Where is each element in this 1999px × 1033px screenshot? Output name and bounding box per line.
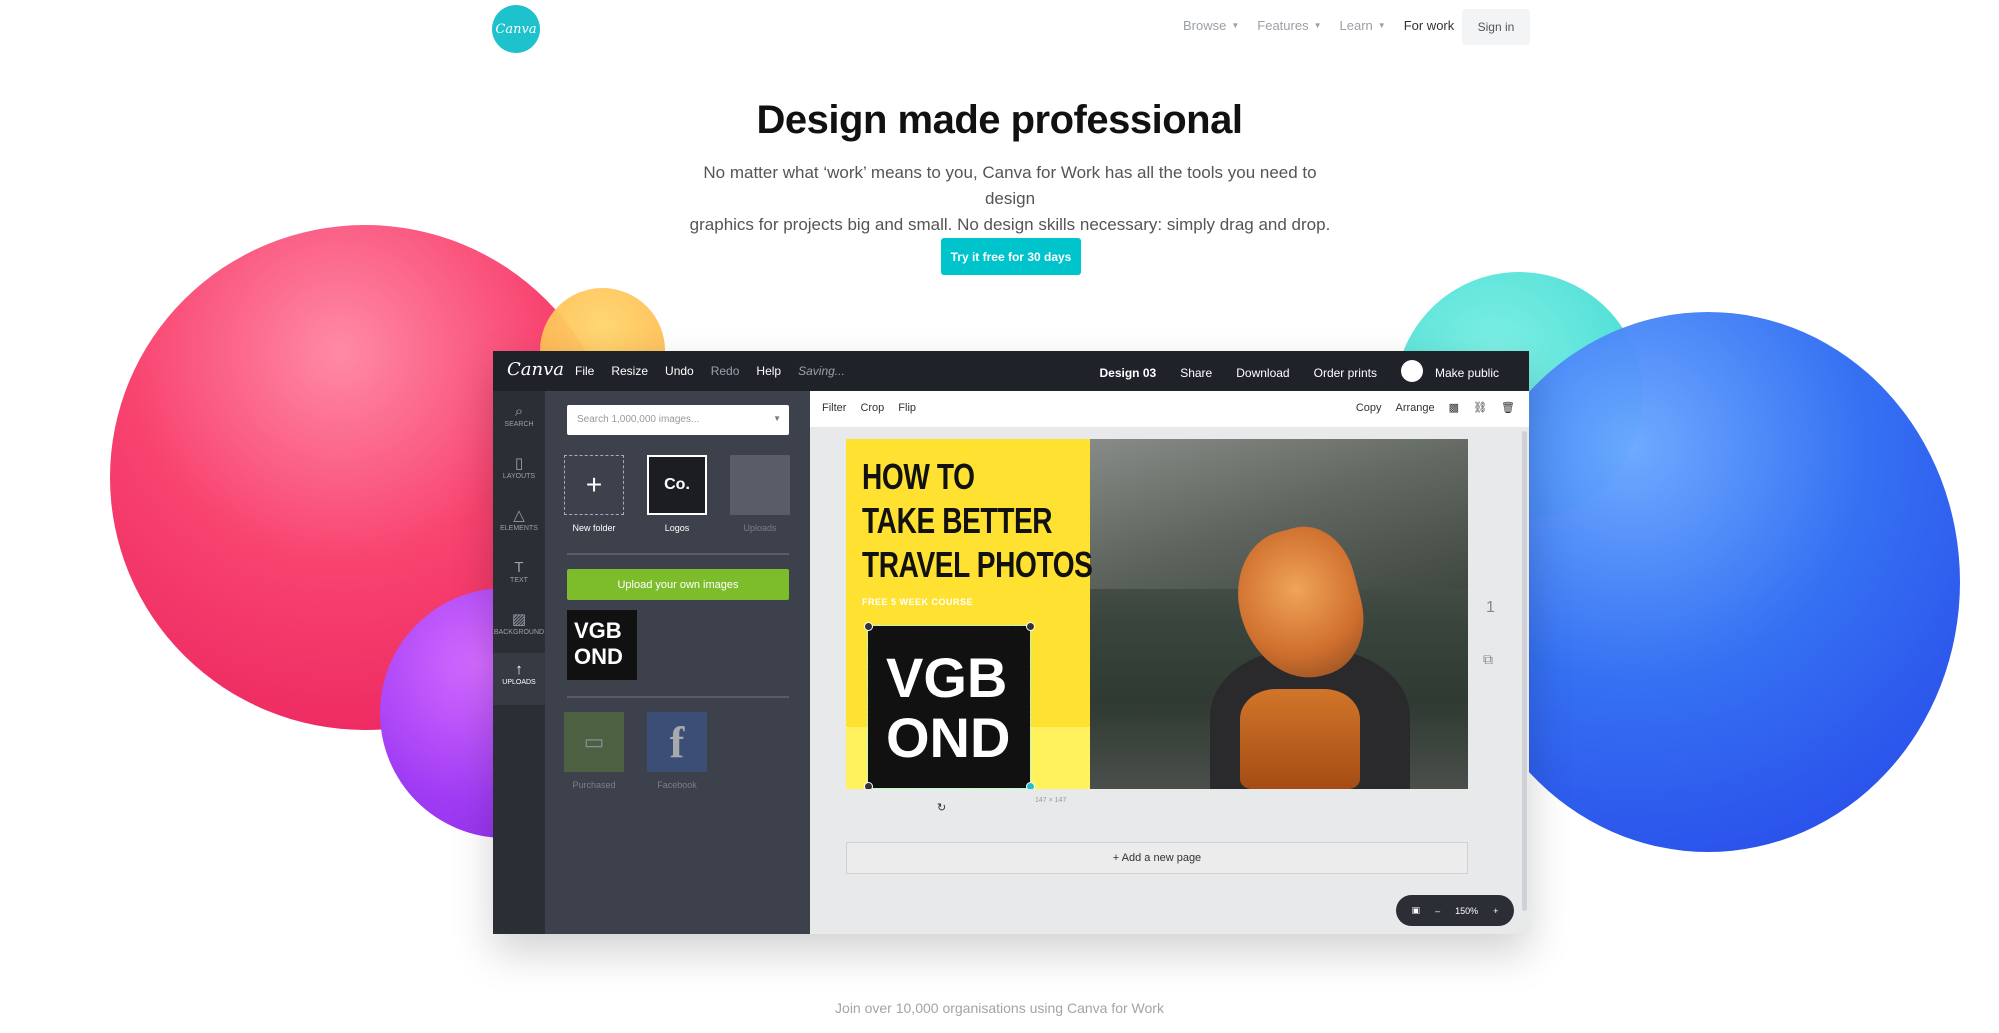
nav-for-work[interactable]: For work xyxy=(1404,18,1455,33)
decorative-blue-circle xyxy=(1456,312,1960,852)
editor-menu: File Resize Undo Redo Help Saving... xyxy=(575,364,845,378)
zoom-out-button[interactable]: – xyxy=(1435,906,1440,916)
editor-screenshot: Canva File Resize Undo Redo Help Saving.… xyxy=(493,351,1529,934)
rail-background[interactable]: ▨ BACKGROUND xyxy=(493,603,545,655)
sign-in-button[interactable]: Sign in xyxy=(1462,9,1530,45)
saving-status: Saving... xyxy=(798,364,845,378)
credit-card-icon: ▭ xyxy=(564,712,624,772)
source-facebook[interactable]: f Facebook xyxy=(646,712,708,790)
arrange-button[interactable]: Arrange xyxy=(1396,402,1435,414)
menu-file[interactable]: File xyxy=(575,364,594,378)
new-folder-button[interactable]: + New folder xyxy=(563,455,625,533)
rail-uploads[interactable]: ↑ UPLOADS xyxy=(493,653,545,705)
zoom-control: ▣ – 150% + xyxy=(1396,895,1514,926)
caret-down-icon: ▼ xyxy=(1231,21,1240,30)
elements-icon: △ xyxy=(513,507,525,524)
canvas-toolbar: Filter Crop Flip Copy Arrange ▩ ⛓ 🗑 xyxy=(810,391,1529,427)
resize-handle[interactable] xyxy=(1026,782,1035,789)
folder-logos[interactable]: Co. Logos xyxy=(646,455,708,533)
editor-brand[interactable]: Canva xyxy=(507,359,564,380)
image-placeholder-icon xyxy=(730,455,790,515)
design-title[interactable]: Design 03 xyxy=(1100,366,1157,380)
rail-text[interactable]: T TEXT xyxy=(493,551,545,603)
add-page-button[interactable]: + Add a new page xyxy=(846,842,1468,874)
nav-browse[interactable]: Browse ▼ xyxy=(1183,18,1239,33)
transparency-icon[interactable]: ▩ xyxy=(1449,401,1459,414)
menu-undo[interactable]: Undo xyxy=(665,364,694,378)
photo-backpack xyxy=(1240,689,1360,789)
design-canvas[interactable]: HOW TO TAKE BETTER TRAVEL PHOTOS FREE 5 … xyxy=(846,439,1468,789)
flip-button[interactable]: Flip xyxy=(898,402,916,414)
editor-side-rail: ⌕ SEARCH ▯ LAYOUTS △ ELEMENTS T TEXT ▨ BACKGR… xyxy=(493,391,545,934)
facebook-icon: f xyxy=(647,712,707,772)
caret-down-icon: ▼ xyxy=(1313,21,1322,30)
rail-elements[interactable]: △ ELEMENTS xyxy=(493,499,545,551)
organisations-tagline: Join over 10,000 organisations using Can… xyxy=(835,1000,1164,1016)
avatar[interactable] xyxy=(1400,360,1423,382)
layouts-icon: ▯ xyxy=(514,455,524,472)
present-icon[interactable]: ▣ xyxy=(1412,905,1421,916)
design-photo[interactable] xyxy=(1090,439,1468,789)
divider xyxy=(567,553,789,555)
link-icon[interactable]: ⛓ xyxy=(1473,401,1487,414)
divider xyxy=(567,696,789,698)
download-button[interactable]: Download xyxy=(1236,366,1289,380)
crop-button[interactable]: Crop xyxy=(860,402,884,414)
duplicate-page-icon[interactable]: ⧉ xyxy=(1483,651,1493,668)
upload-icon: ↑ xyxy=(515,661,523,678)
plus-icon: + xyxy=(564,455,624,515)
uploads-panel: Search 1,000,000 images... ▼ + New folde… xyxy=(545,391,810,934)
canvas-scrollbar[interactable] xyxy=(1522,431,1527,911)
upload-images-button[interactable]: Upload your own images xyxy=(567,569,789,600)
trash-icon[interactable]: 🗑 xyxy=(1501,401,1515,414)
filter-button[interactable]: Filter xyxy=(822,402,846,414)
page-number: 1 xyxy=(1486,599,1495,616)
design-headline[interactable]: HOW TO TAKE BETTER TRAVEL PHOTOS xyxy=(862,455,1093,587)
zoom-level[interactable]: 150% xyxy=(1455,906,1478,916)
editor-topbar: Canva File Resize Undo Redo Help Saving.… xyxy=(493,351,1529,391)
image-search-input[interactable]: Search 1,000,000 images... ▼ xyxy=(567,405,789,435)
order-prints-button[interactable]: Order prints xyxy=(1314,366,1377,380)
share-button[interactable]: Share xyxy=(1180,366,1212,380)
resize-handle[interactable] xyxy=(864,782,873,789)
rotate-icon[interactable]: ↻ xyxy=(937,801,946,814)
nav-features[interactable]: Features ▼ xyxy=(1257,18,1321,33)
caret-down-icon: ▼ xyxy=(1377,21,1386,30)
uploaded-logo-thumbnail[interactable]: VGB OND xyxy=(567,610,637,680)
selected-logo-element[interactable]: VGB OND xyxy=(867,625,1031,789)
menu-redo[interactable]: Redo xyxy=(711,364,740,378)
copy-button[interactable]: Copy xyxy=(1356,402,1382,414)
hero-subtitle: No matter what ‘work’ means to you, Canv… xyxy=(689,163,1331,234)
element-size-label: 147 × 147 xyxy=(1035,797,1067,804)
zoom-in-button[interactable]: + xyxy=(1493,906,1498,916)
make-public-button[interactable]: Make public xyxy=(1435,366,1499,380)
design-course-text[interactable]: FREE 5 WEEK COURSE xyxy=(862,597,973,607)
free-trial-button[interactable]: Try it free for 30 days xyxy=(941,238,1081,275)
menu-resize[interactable]: Resize xyxy=(611,364,648,378)
menu-help[interactable]: Help xyxy=(756,364,781,378)
canva-logo[interactable]: Canva xyxy=(492,5,540,53)
text-icon: T xyxy=(514,559,524,576)
background-icon: ▨ xyxy=(511,611,527,628)
resize-handle[interactable] xyxy=(864,622,873,631)
search-icon: ⌕ xyxy=(514,403,524,420)
rail-search[interactable]: ⌕ SEARCH xyxy=(493,395,545,447)
nav-learn[interactable]: Learn ▼ xyxy=(1340,18,1386,33)
resize-handle[interactable] xyxy=(1026,622,1035,631)
editor-topbar-right: Design 03 Share Download Order prints Ma… xyxy=(1100,360,1499,382)
chevron-down-icon[interactable]: ▼ xyxy=(773,414,781,423)
page-title: Design made professional xyxy=(756,98,1243,142)
rail-layouts[interactable]: ▯ LAYOUTS xyxy=(493,447,545,499)
top-nav: Browse ▼ Features ▼ Learn ▼ For work xyxy=(1183,18,1454,33)
folder-uploads[interactable]: Uploads xyxy=(729,455,791,533)
source-purchased[interactable]: ▭ Purchased xyxy=(563,712,625,790)
